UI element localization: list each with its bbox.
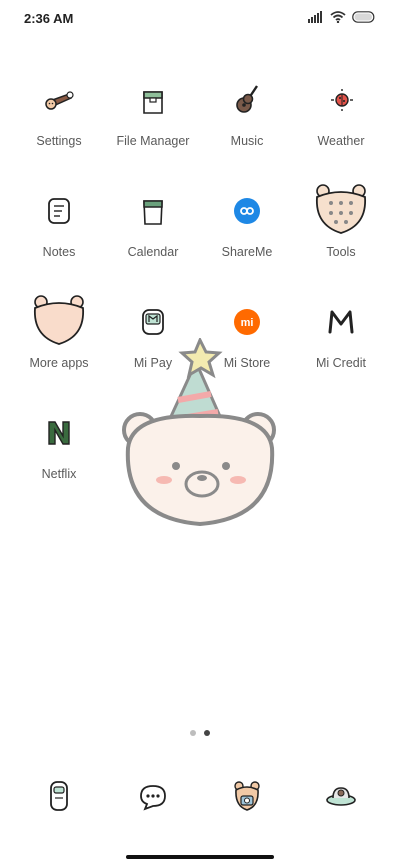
shareme-icon[interactable] bbox=[217, 181, 277, 241]
settings-icon[interactable] bbox=[29, 70, 89, 130]
phone-icon[interactable] bbox=[29, 766, 89, 826]
weather-ladybug-icon[interactable] bbox=[311, 70, 371, 130]
app-netflix[interactable]: Netflix bbox=[12, 403, 106, 514]
dock bbox=[12, 766, 388, 826]
app-calendar[interactable]: Calendar bbox=[106, 181, 200, 292]
app-label: Netflix bbox=[41, 467, 77, 481]
netflix-icon[interactable] bbox=[29, 403, 89, 463]
app-label: Tools bbox=[326, 245, 356, 259]
dock-phone[interactable] bbox=[12, 766, 106, 826]
app-label: File Manager bbox=[116, 134, 190, 148]
file-manager-icon[interactable] bbox=[123, 70, 183, 130]
app-label: Calendar bbox=[127, 245, 179, 259]
status-bar: 2:36 AM bbox=[0, 0, 400, 36]
app-file-manager[interactable]: File Manager bbox=[106, 70, 200, 181]
wifi-icon bbox=[330, 11, 346, 23]
dock-messages[interactable] bbox=[106, 766, 200, 826]
app-label: Settings bbox=[36, 134, 82, 148]
notes-icon[interactable] bbox=[29, 181, 89, 241]
bear-party-hat-widget bbox=[118, 336, 284, 530]
status-icons bbox=[308, 11, 376, 23]
dock-browser[interactable] bbox=[294, 766, 388, 826]
app-more-apps-folder[interactable]: More apps bbox=[12, 292, 106, 403]
dock-camera[interactable] bbox=[200, 766, 294, 826]
camera-bear-icon[interactable] bbox=[217, 766, 277, 826]
app-label: ShareMe bbox=[221, 245, 273, 259]
signal-icon bbox=[308, 11, 324, 23]
app-weather[interactable]: Weather bbox=[294, 70, 388, 181]
more-apps-folder-icon[interactable] bbox=[29, 292, 89, 352]
page-dot-2-active[interactable] bbox=[204, 730, 210, 736]
page-dot-1[interactable] bbox=[190, 730, 196, 736]
app-music[interactable]: Music bbox=[200, 70, 294, 181]
svg-text:mi: mi bbox=[241, 317, 254, 329]
tools-folder-icon[interactable] bbox=[311, 181, 371, 241]
app-label: Mi Credit bbox=[315, 356, 366, 370]
battery-icon bbox=[352, 11, 376, 23]
app-notes[interactable]: Notes bbox=[12, 181, 106, 292]
home-indicator[interactable] bbox=[126, 855, 274, 859]
app-label: Weather bbox=[317, 134, 365, 148]
app-mi-credit[interactable]: Mi Credit bbox=[294, 292, 388, 403]
app-label: Notes bbox=[42, 245, 76, 259]
app-settings[interactable]: Settings bbox=[12, 70, 106, 181]
app-label: More apps bbox=[29, 356, 89, 370]
messages-icon[interactable] bbox=[123, 766, 183, 826]
browser-ufo-icon[interactable] bbox=[311, 766, 371, 826]
page-indicator[interactable] bbox=[0, 730, 400, 736]
app-tools-folder[interactable]: Tools bbox=[294, 181, 388, 292]
app-label: Music bbox=[230, 134, 264, 148]
status-time: 2:36 AM bbox=[24, 11, 74, 26]
calendar-icon[interactable] bbox=[123, 181, 183, 241]
mi-credit-icon[interactable] bbox=[311, 292, 371, 352]
music-guitar-icon[interactable] bbox=[217, 70, 277, 130]
app-shareme[interactable]: ShareMe bbox=[200, 181, 294, 292]
